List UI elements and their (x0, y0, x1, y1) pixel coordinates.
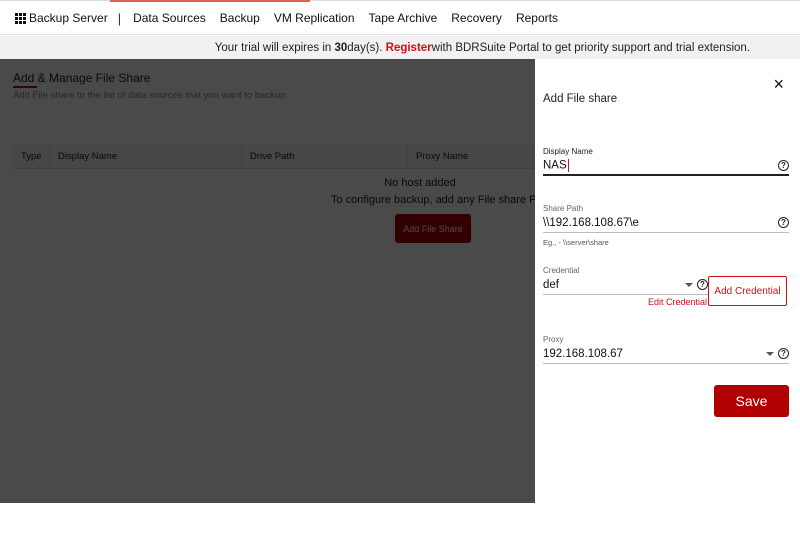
top-navbar: Backup Server | Data Sources Backup VM R… (0, 2, 800, 35)
proxy-label: Proxy (543, 335, 564, 344)
modal-backdrop[interactable] (0, 59, 535, 503)
display-name-row: NAS ? (543, 156, 789, 176)
trial-mid: day(s). (347, 41, 383, 54)
help-icon[interactable]: ? (778, 159, 789, 171)
text-caret (567, 158, 569, 172)
close-icon[interactable]: × (773, 75, 784, 93)
trial-banner: Your trial will expires in 30 day(s). Re… (0, 36, 800, 59)
share-path-field: Share Path \\192.168.108.67\e ? Eg., - \… (543, 204, 789, 247)
dropdown-arrow-icon[interactable] (766, 351, 774, 356)
help-icon[interactable]: ? (778, 348, 789, 359)
credential-field: Credential def ? (543, 266, 708, 295)
trial-days: 30 (334, 41, 348, 54)
display-name-label: Display Name (543, 147, 593, 156)
trial-prefix: Your trial will expires in (214, 41, 332, 54)
dropdown-arrow-icon[interactable] (685, 282, 693, 287)
brand[interactable]: Backup Server (15, 11, 108, 25)
nav-reports[interactable]: Reports (516, 11, 558, 25)
credential-value: def (543, 278, 559, 291)
proxy-value: 192.168.108.67 (543, 347, 623, 360)
credential-label: Credential (543, 266, 580, 275)
nav-data-sources[interactable]: Data Sources (133, 11, 206, 25)
proxy-select[interactable]: 192.168.108.67 ? (543, 344, 789, 364)
credential-select[interactable]: def ? (543, 275, 708, 295)
display-name-input[interactable]: NAS (543, 158, 774, 172)
nav-backup[interactable]: Backup (220, 11, 260, 25)
edit-credential-link[interactable]: Edit Credential (648, 297, 707, 307)
help-icon[interactable]: ? (778, 217, 789, 228)
help-icon[interactable]: ? (697, 279, 708, 290)
nav-recovery[interactable]: Recovery (451, 11, 502, 25)
display-name-value: NAS (543, 159, 567, 172)
proxy-field: Proxy 192.168.108.67 ? (543, 335, 789, 364)
share-path-label: Share Path (543, 204, 584, 213)
save-button[interactable]: Save (714, 385, 789, 417)
brand-label: Backup Server (29, 11, 108, 25)
nav-separator: | (117, 10, 122, 26)
trial-suffix: with BDRSuite Portal to get priority sup… (431, 41, 750, 54)
share-path-hint: Eg., - \\server\share (543, 238, 609, 247)
add-file-share-drawer: × Add File share Display Name NAS ? Shar… (535, 59, 800, 503)
nav-vm-replication[interactable]: VM Replication (274, 11, 355, 25)
share-path-input[interactable]: \\192.168.108.67\e (543, 217, 774, 229)
drawer-title: Add File share (543, 93, 618, 105)
apps-grid-icon[interactable] (15, 12, 26, 24)
share-path-row: \\192.168.108.67\e ? (543, 213, 789, 233)
nav-tape-archive[interactable]: Tape Archive (369, 11, 438, 25)
register-link[interactable]: Register (386, 42, 432, 54)
display-name-field: Display Name NAS ? (543, 147, 789, 176)
add-credential-button[interactable]: Add Credential (708, 276, 787, 306)
